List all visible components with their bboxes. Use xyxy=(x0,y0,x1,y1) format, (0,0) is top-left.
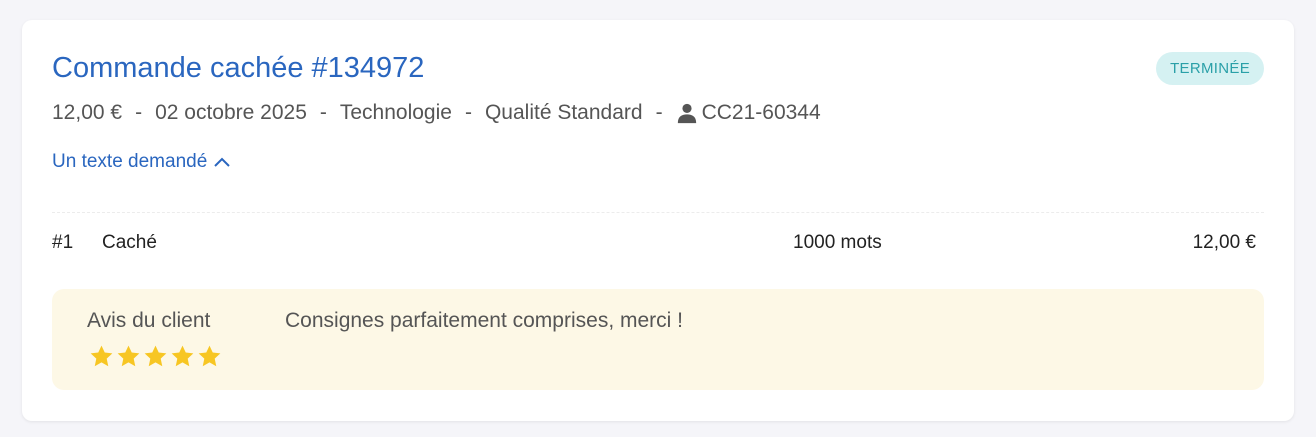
star-icon xyxy=(144,345,167,367)
divider xyxy=(52,212,1264,213)
toggle-label: Un texte demandé xyxy=(52,151,208,172)
client-review: Avis du client Consignes parfaitement co… xyxy=(52,289,1264,390)
meta-separator: - xyxy=(135,101,143,124)
requested-text-toggle[interactable]: Un texte demandé xyxy=(52,151,231,173)
order-category: Technologie xyxy=(339,101,452,124)
item-word-count: 1000 mots xyxy=(793,232,882,253)
star-icon xyxy=(198,345,221,367)
star-icon xyxy=(117,345,140,367)
item-price: 12,00 € xyxy=(1192,232,1256,253)
meta-separator: - xyxy=(655,101,663,124)
meta-separator: - xyxy=(464,101,472,124)
order-meta: 12,00 € - 02 octobre 2025 - Technologie … xyxy=(52,101,821,125)
client-code: CC21-60344 xyxy=(701,101,821,124)
star-icon xyxy=(171,345,194,367)
order-title[interactable]: Commande cachée #134972 xyxy=(52,52,424,85)
status-badge: TERMINÉE xyxy=(1156,52,1264,85)
star-rating xyxy=(89,344,222,369)
meta-separator: - xyxy=(319,101,327,124)
chevron-up-icon xyxy=(214,157,230,167)
order-card: Commande cachée #134972 TERMINÉE 12,00 €… xyxy=(22,20,1294,421)
review-text: Consignes parfaitement comprises, merci … xyxy=(285,309,683,332)
review-label: Avis du client xyxy=(87,309,211,332)
user-icon xyxy=(677,103,696,124)
item-index: #1 xyxy=(52,232,74,253)
star-icon xyxy=(90,345,113,367)
order-quality: Qualité Standard xyxy=(484,101,643,124)
item-title: Caché xyxy=(102,232,157,253)
order-date: 02 octobre 2025 xyxy=(155,101,307,124)
order-price: 12,00 € xyxy=(52,101,123,124)
